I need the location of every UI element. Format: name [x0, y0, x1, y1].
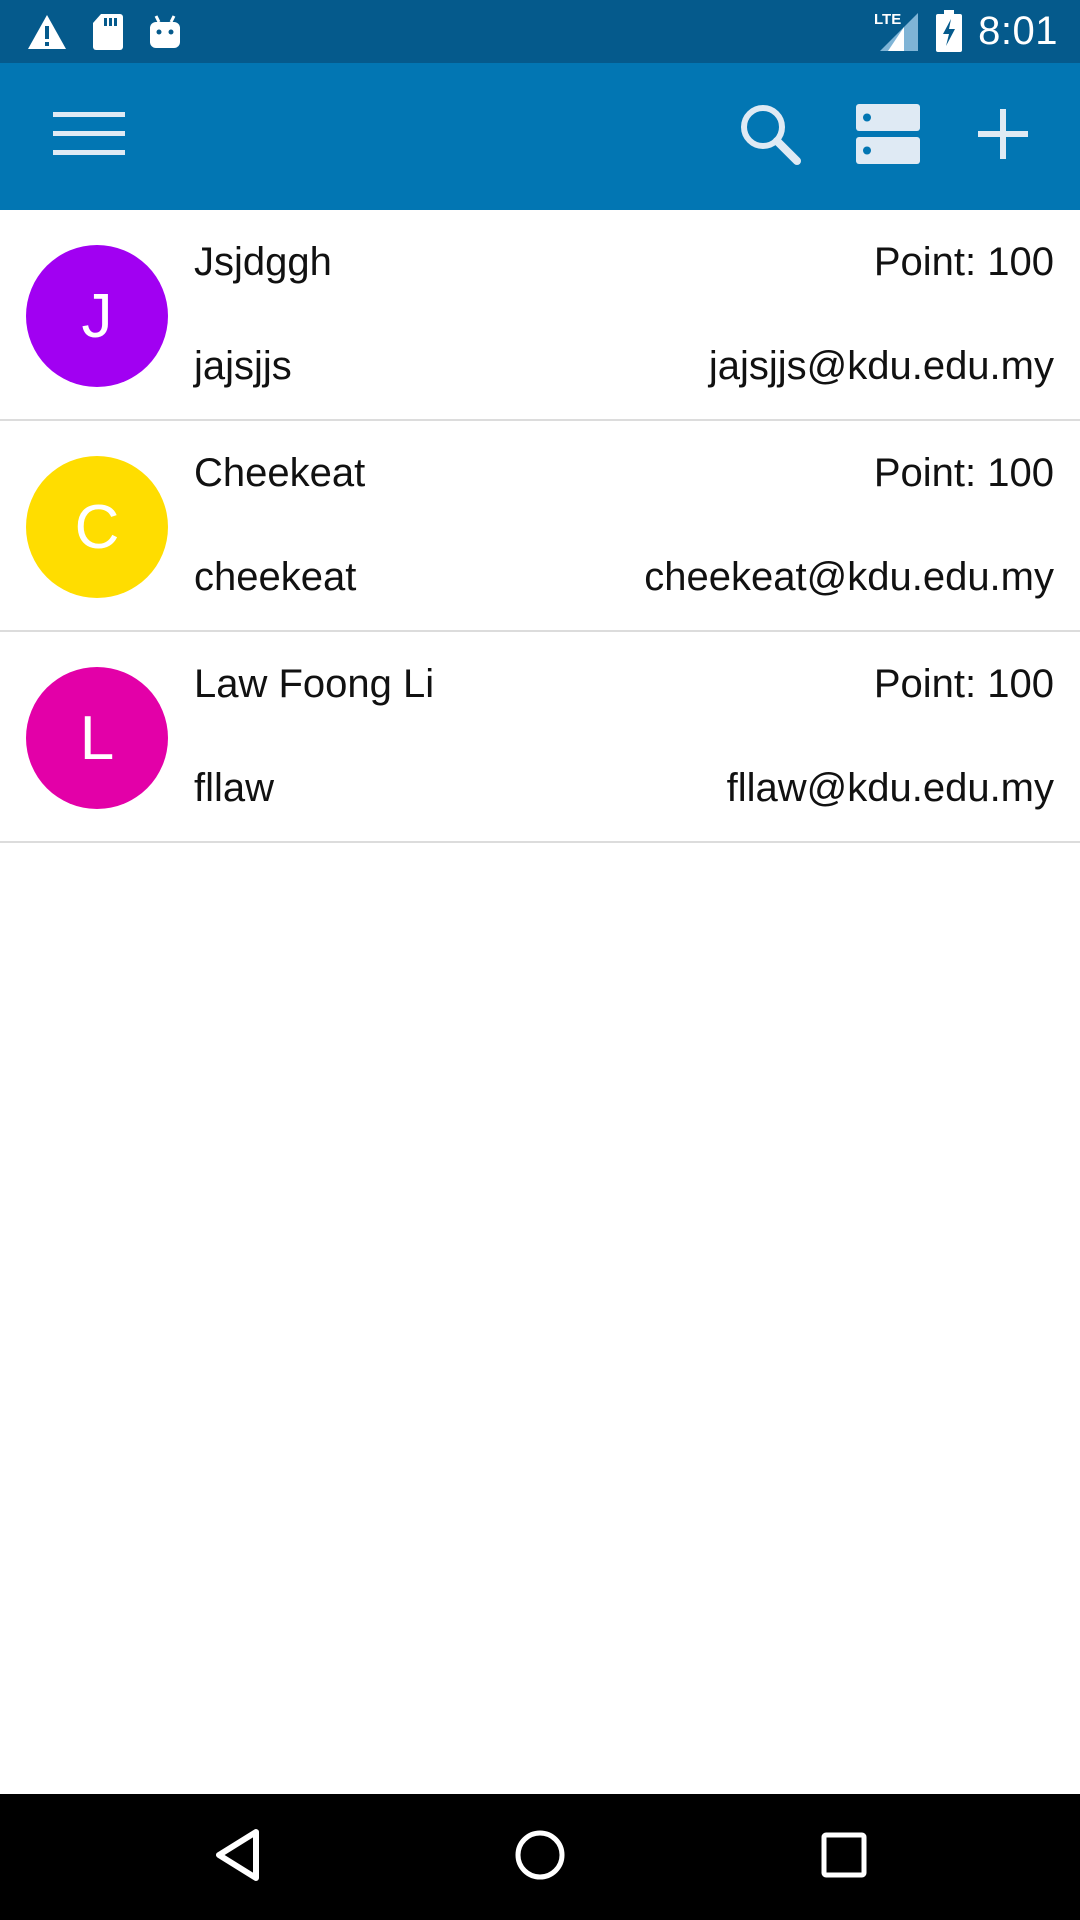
status-left-icons: [26, 10, 182, 54]
sd-card-icon: [92, 13, 124, 51]
warning-icon: [26, 13, 68, 51]
search-button[interactable]: [715, 63, 825, 210]
user-username: fllaw: [194, 766, 275, 810]
user-username: cheekeat: [194, 555, 357, 599]
svg-text:LTE: LTE: [874, 11, 901, 28]
app-bar: [0, 63, 1080, 210]
add-icon: [976, 107, 1030, 166]
storage-icon: [855, 101, 921, 172]
user-name: Cheekeat: [194, 451, 366, 495]
recents-icon: [820, 1831, 868, 1884]
home-button[interactable]: [470, 1794, 610, 1920]
android-icon: [148, 14, 182, 50]
signal-icon: LTE: [874, 9, 920, 53]
recents-button[interactable]: [774, 1794, 914, 1920]
status-time: 8:01: [978, 8, 1058, 53]
back-icon: [214, 1828, 262, 1887]
user-email: jajsjjs@kdu.edu.my: [708, 344, 1054, 388]
user-email: cheekeat@kdu.edu.my: [644, 555, 1054, 599]
storage-button[interactable]: [833, 63, 943, 210]
back-button[interactable]: [168, 1794, 308, 1920]
avatar: C: [26, 456, 168, 598]
list-item[interactable]: J Jsjdggh Point: 100 jajsjjs jajsjjs@kdu…: [0, 210, 1080, 421]
user-points: Point: 100: [873, 662, 1054, 706]
user-name: Jsjdggh: [194, 240, 332, 284]
navigation-bar: [0, 1794, 1080, 1920]
user-username: jajsjjs: [194, 344, 292, 388]
status-right-icons: LTE 8:01: [874, 6, 1058, 56]
search-icon: [737, 101, 803, 172]
user-list: J Jsjdggh Point: 100 jajsjjs jajsjjs@kdu…: [0, 210, 1080, 843]
list-item[interactable]: L Law Foong Li Point: 100 fllaw fllaw@kd…: [0, 632, 1080, 843]
home-icon: [513, 1828, 567, 1887]
menu-button[interactable]: [34, 63, 144, 210]
avatar: L: [26, 667, 168, 809]
add-button[interactable]: [948, 63, 1058, 210]
user-points: Point: 100: [873, 240, 1054, 284]
user-name: Law Foong Li: [194, 662, 435, 706]
user-points: Point: 100: [873, 451, 1054, 495]
list-item[interactable]: C Cheekeat Point: 100 cheekeat cheekeat@…: [0, 421, 1080, 632]
status-bar: LTE 8:01: [0, 0, 1080, 63]
user-email: fllaw@kdu.edu.my: [726, 766, 1054, 810]
menu-icon: [53, 111, 125, 162]
avatar: J: [26, 245, 168, 387]
battery-charging-icon: [936, 10, 963, 52]
screen: LTE 8:01 J Jsjdggh Point: 100 jajsjjs ja…: [0, 0, 1080, 1920]
